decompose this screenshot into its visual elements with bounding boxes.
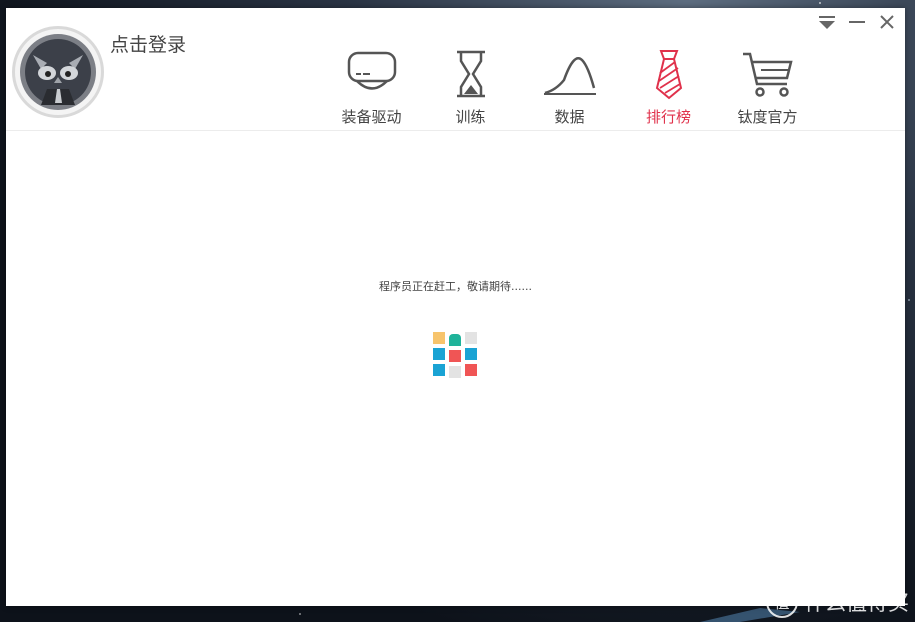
shopping-cart-icon bbox=[742, 52, 793, 97]
loader-cell bbox=[449, 334, 461, 346]
header-bar: 点击登录 装备驱动 训练 数据 排行榜 钛度官方 bbox=[6, 8, 905, 131]
nav-label: 排行榜 bbox=[645, 108, 691, 126]
nav-item-device-driver[interactable]: 装备驱动 bbox=[322, 48, 421, 130]
loader-cell bbox=[449, 350, 461, 362]
nav-label: 数据 bbox=[554, 108, 585, 126]
site-watermark: 值 什么值得买 bbox=[766, 586, 909, 618]
loader-cell bbox=[433, 332, 445, 344]
loading-spinner-icon bbox=[432, 331, 480, 379]
curve-chart-icon bbox=[543, 57, 596, 95]
menu-dropdown-button[interactable] bbox=[817, 12, 837, 32]
watermark-logo-icon: 值 bbox=[766, 586, 798, 618]
device-driver-icon bbox=[347, 51, 396, 90]
hourglass-icon bbox=[456, 50, 485, 98]
avatar[interactable] bbox=[12, 26, 104, 118]
minimize-button[interactable] bbox=[847, 12, 867, 32]
loader-cell bbox=[465, 348, 477, 360]
content-area: 程序员正在赶工，敬请期待...... bbox=[6, 131, 905, 606]
login-link[interactable]: 点击登录 bbox=[110, 30, 186, 57]
loading-message: 程序员正在赶工，敬请期待...... bbox=[379, 280, 532, 293]
main-nav: 装备驱动 训练 数据 排行榜 钛度官方 bbox=[322, 48, 817, 130]
nav-item-official-store[interactable]: 钛度官方 bbox=[718, 48, 817, 130]
watermark-text: 什么值得买 bbox=[804, 591, 909, 615]
nav-label: 钛度官方 bbox=[737, 108, 798, 126]
owl-mascot-icon bbox=[20, 34, 96, 110]
nav-item-ranking[interactable]: 排行榜 bbox=[619, 48, 718, 130]
close-icon bbox=[880, 15, 894, 29]
minimize-icon bbox=[849, 21, 865, 23]
nav-item-data[interactable]: 数据 bbox=[520, 48, 619, 130]
loader-cell bbox=[433, 364, 445, 376]
dropdown-menu-icon bbox=[819, 16, 835, 29]
tie-icon bbox=[655, 50, 682, 100]
loader-cell bbox=[465, 332, 477, 344]
nav-label: 训练 bbox=[455, 108, 486, 126]
loader-cell bbox=[449, 366, 461, 378]
nav-item-training[interactable]: 训练 bbox=[421, 48, 520, 130]
app-window: 点击登录 装备驱动 训练 数据 排行榜 钛度官方 程序员正在赶工，敬请期待...… bbox=[6, 8, 905, 606]
loader-cell bbox=[465, 364, 477, 376]
nav-label: 装备驱动 bbox=[341, 108, 402, 126]
close-button[interactable] bbox=[877, 12, 897, 32]
loader-cell bbox=[433, 348, 445, 360]
window-controls bbox=[817, 12, 897, 32]
